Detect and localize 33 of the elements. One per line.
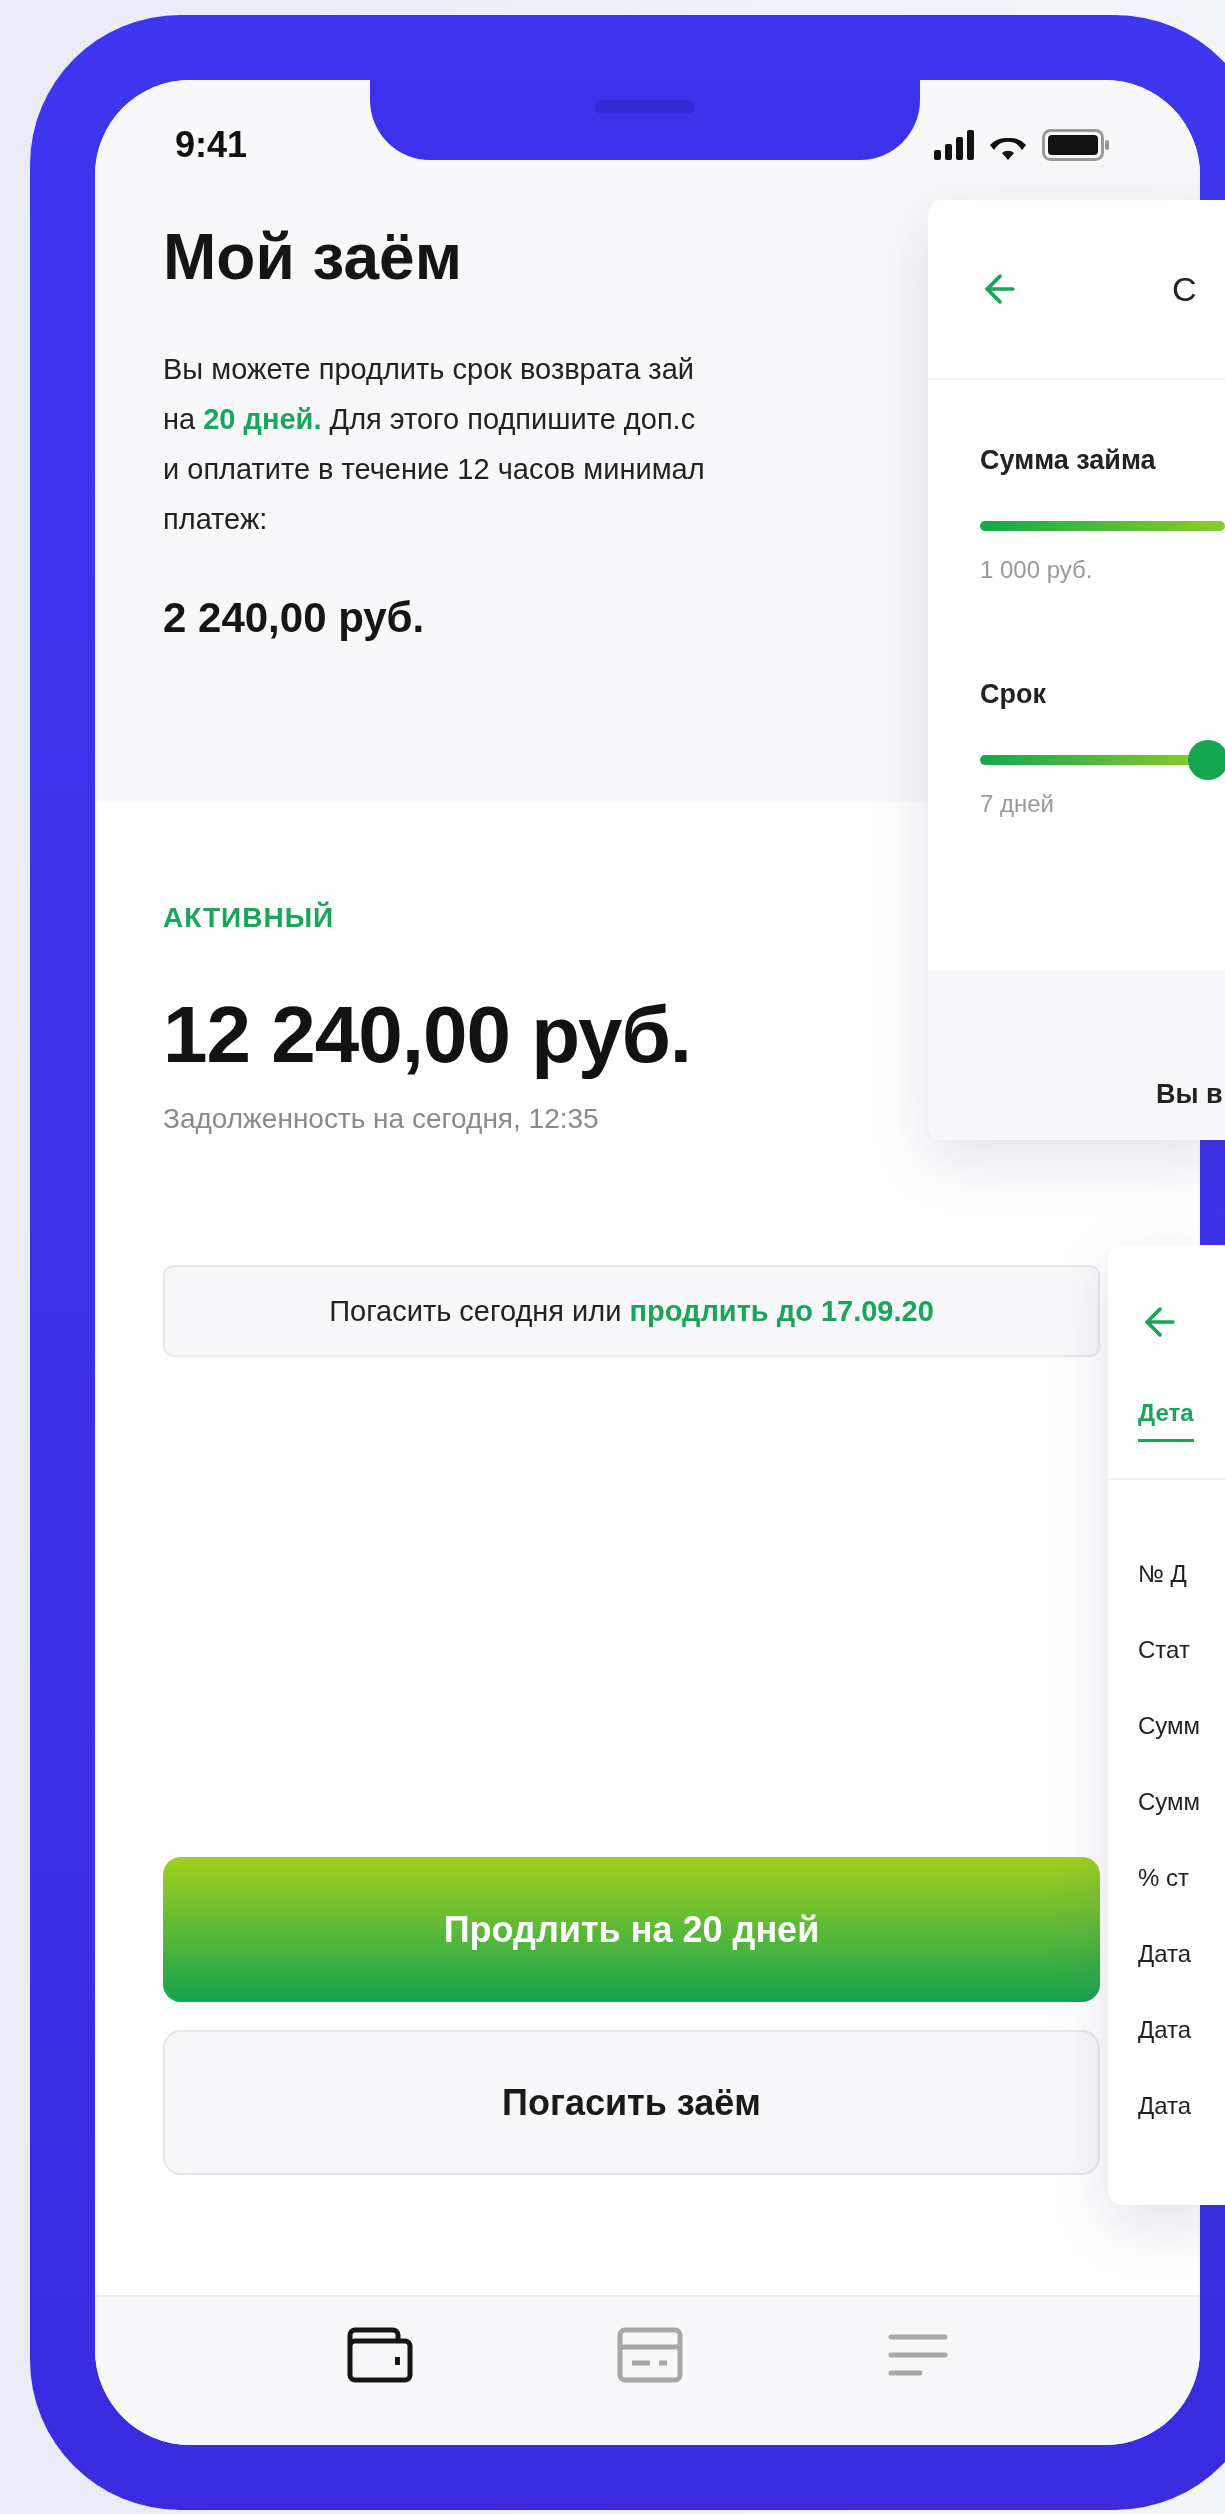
detail-label: Дата	[1138, 2092, 1193, 2121]
repay-button[interactable]: Погасить заём	[163, 2030, 1100, 2175]
card-footer-text: Вы в	[928, 970, 1225, 1140]
detail-label: Сумм	[1138, 1712, 1202, 1741]
notice-text: Погасить сегодня или	[329, 1294, 622, 1328]
detail-label: Дата	[1138, 2016, 1193, 2045]
slider[interactable]	[980, 740, 1225, 780]
page-title: Мой заём	[163, 220, 463, 294]
extension-info-text: Вы можете продлить срок возврата зай на 20 дней. Для этого подпишите доп.с и оплатите в течение 12 часов минимал платеж:	[163, 352, 706, 537]
slider-label: Сумма займа	[980, 445, 1157, 476]
loan-status: АКТИВНЫЙ	[163, 902, 336, 934]
details-tab[interactable]: Дета	[1138, 1399, 1194, 1442]
debt-amount: 12 240,00 руб.	[163, 989, 693, 1081]
extend-link[interactable]: продлить до 17.09.20	[629, 1294, 934, 1328]
detail-label: Сумм	[1138, 1788, 1202, 1817]
status-time: 9:41	[175, 124, 248, 166]
detail-label: Дата	[1138, 1940, 1193, 1969]
debt-caption: Задолженность на сегодня, 12:35	[163, 1103, 600, 1135]
slider-label: Срок	[980, 679, 1047, 710]
slider-min-label: 1 000 руб.	[980, 556, 1094, 584]
detail-label: % ст	[1138, 1864, 1190, 1893]
tab-bar-item[interactable]	[347, 2327, 414, 2383]
slider-min-label: 7 дней	[980, 790, 1056, 818]
signal-icon	[934, 130, 974, 160]
card-title: С	[1172, 269, 1197, 309]
battery-icon	[1042, 129, 1110, 161]
minimum-payment: 2 240,00 руб.	[163, 594, 426, 642]
slider-thumb[interactable]	[1187, 740, 1225, 780]
detail-label: № Д	[1138, 1560, 1188, 1589]
card-icon	[617, 2327, 684, 2383]
detail-label: Стат	[1138, 1636, 1191, 1665]
wallet-icon	[347, 2327, 414, 2383]
extend-button[interactable]: Продлить на 20 дней	[163, 1857, 1100, 2002]
